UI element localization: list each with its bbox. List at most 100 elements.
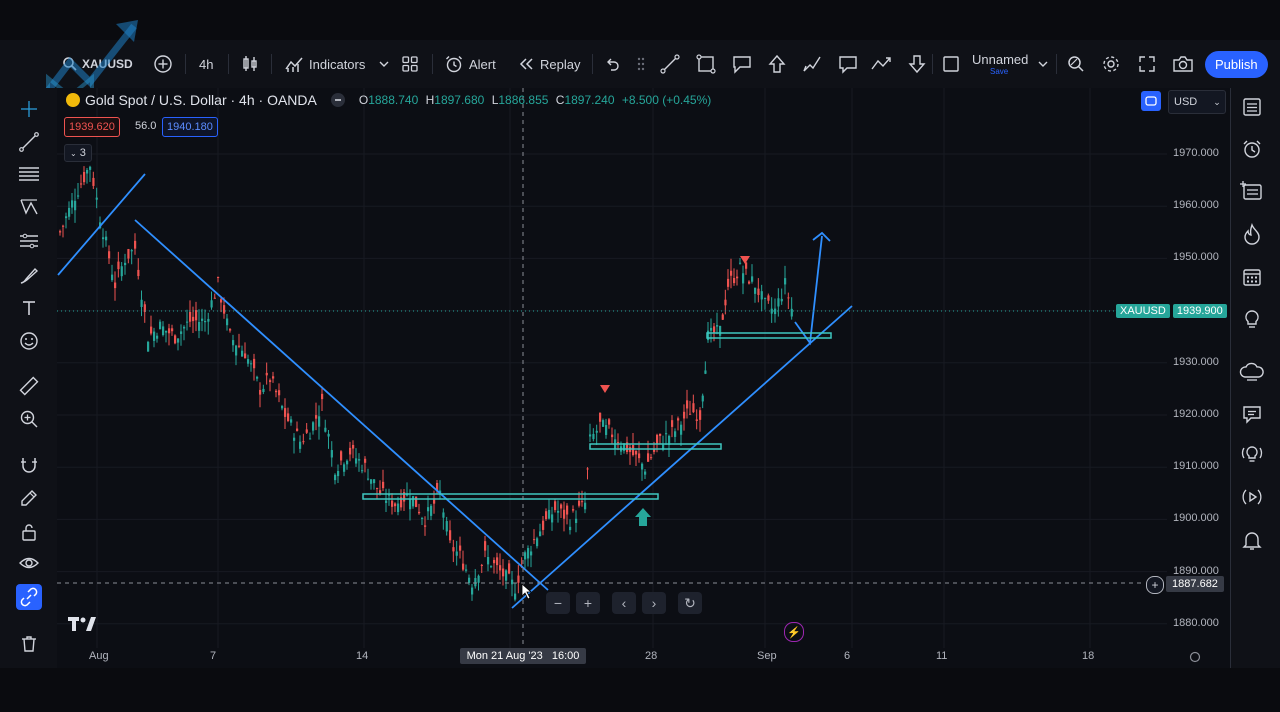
time-tick-label: 14 <box>356 650 369 662</box>
remove-drawings-tool[interactable] <box>16 631 42 657</box>
quick-search-button[interactable] <box>1066 40 1086 88</box>
path-tool[interactable] <box>870 40 894 88</box>
candle-body <box>189 311 192 322</box>
candle-body <box>730 270 733 276</box>
scroll-right-button[interactable]: › <box>642 592 666 614</box>
candle-body <box>302 441 305 443</box>
low-value: 1886.855 <box>498 93 549 107</box>
candle-body <box>385 500 388 503</box>
stay-in-drawing-tool[interactable] <box>16 485 42 511</box>
candle-body <box>137 269 140 277</box>
candle-body <box>391 500 394 507</box>
candle-body <box>370 479 373 484</box>
object-tree-button[interactable] <box>1238 177 1266 205</box>
text-tool[interactable] <box>16 295 42 321</box>
undo-button[interactable] <box>603 40 621 88</box>
chart-type-button[interactable] <box>240 40 260 88</box>
fib-tool[interactable] <box>16 161 42 187</box>
hide-drawings-tool[interactable] <box>16 550 42 576</box>
ideas-button[interactable] <box>1238 306 1266 334</box>
interval-button[interactable]: 4h <box>199 40 213 88</box>
notifications-button[interactable] <box>1238 526 1266 554</box>
arrow-down-tool[interactable] <box>906 40 928 88</box>
time-tick-label: 11 <box>936 650 948 662</box>
magnet-tool[interactable] <box>16 452 42 478</box>
chevron-right-icon: › <box>651 595 657 611</box>
bell-icon <box>1242 532 1262 550</box>
indicators-button[interactable]: Indicators <box>284 40 391 88</box>
watchlist-button[interactable] <box>1238 93 1266 121</box>
candle-body <box>599 412 602 422</box>
candle-body <box>217 277 220 279</box>
streams-button[interactable] <box>1238 358 1266 386</box>
layout-name-button[interactable]: Unnamed Save <box>972 40 1028 88</box>
drawing-toolbar-handle[interactable] <box>636 40 646 88</box>
candle-body <box>62 225 65 227</box>
settings-button[interactable] <box>1101 40 1121 88</box>
trendline <box>511 305 853 609</box>
candle-body <box>683 411 686 419</box>
buy-price-button[interactable]: 1940.180 <box>162 117 218 137</box>
candle-body <box>318 416 321 427</box>
callout-tool[interactable] <box>731 40 753 88</box>
auto-scale-button[interactable] <box>1141 91 1161 111</box>
scroll-left-button[interactable]: ‹ <box>612 592 636 614</box>
zoom-tool[interactable] <box>16 406 42 432</box>
ruler-tool[interactable] <box>16 373 42 399</box>
replay-button[interactable]: Replay <box>518 40 580 88</box>
emoji-tool[interactable] <box>16 328 42 354</box>
trend-line-icon <box>660 54 680 74</box>
arrow-up-tool[interactable] <box>766 40 788 88</box>
rectangle-tool[interactable] <box>695 40 717 88</box>
trend-line-tool[interactable] <box>659 40 681 88</box>
candle-body <box>244 353 247 359</box>
line-tool[interactable] <box>16 129 42 155</box>
zoom-out-button[interactable]: − <box>546 592 570 614</box>
minus-icon: − <box>553 595 563 611</box>
snapshot-button[interactable] <box>1172 40 1194 88</box>
lightning-marker[interactable]: ⚡ <box>784 622 804 642</box>
candle-body <box>130 250 133 252</box>
sell-price-button[interactable]: 1939.620 <box>64 117 120 137</box>
arrow-up-icon <box>768 54 786 73</box>
broadcast-button[interactable] <box>1238 483 1266 511</box>
currency-select[interactable]: USD ⌄ <box>1168 90 1226 114</box>
comment-tool[interactable] <box>837 40 859 88</box>
crosshair-tool[interactable] <box>16 96 42 122</box>
alert-button[interactable]: Alert <box>444 40 496 88</box>
publish-button[interactable]: Publish <box>1205 40 1268 88</box>
candle-body <box>346 460 349 465</box>
fullscreen-rect-button[interactable] <box>941 40 961 88</box>
candle-body <box>499 565 502 571</box>
calendar-button[interactable] <box>1238 263 1266 291</box>
alerts-panel-button[interactable] <box>1238 135 1266 163</box>
candle-body <box>449 530 452 541</box>
candle-body <box>92 177 95 186</box>
chart-pane[interactable] <box>57 88 1230 668</box>
trendline <box>134 219 549 591</box>
layouts-button[interactable] <box>401 40 419 88</box>
reset-chart-button[interactable]: ↻ <box>678 592 702 614</box>
candle-body <box>299 441 302 449</box>
fullscreen-button[interactable] <box>1137 40 1157 88</box>
layout-menu-chevron[interactable] <box>1036 40 1050 88</box>
indicators-collapse-button[interactable]: ⌄ 3 <box>64 144 92 162</box>
compare-button[interactable] <box>152 40 174 88</box>
chats-button[interactable] <box>1238 400 1266 428</box>
brush-tool-left[interactable] <box>16 262 42 288</box>
candle-body <box>533 539 536 541</box>
legend-hide-button[interactable] <box>330 93 345 107</box>
lock-tool[interactable] <box>16 519 42 545</box>
prediction-tool[interactable] <box>16 228 42 254</box>
sync-drawings-tool[interactable] <box>16 584 42 610</box>
tips-button[interactable] <box>1238 441 1266 469</box>
candle-body <box>337 471 340 477</box>
candle-body <box>777 298 780 307</box>
brush-tool[interactable] <box>801 40 823 88</box>
hotlists-button[interactable] <box>1238 220 1266 248</box>
time-axis-settings[interactable] <box>1188 650 1202 663</box>
pattern-tool[interactable] <box>16 194 42 220</box>
crosshair-add-button[interactable]: + <box>1146 576 1164 594</box>
zoom-in-button[interactable]: + <box>576 592 600 614</box>
price-chart[interactable] <box>57 88 1230 668</box>
